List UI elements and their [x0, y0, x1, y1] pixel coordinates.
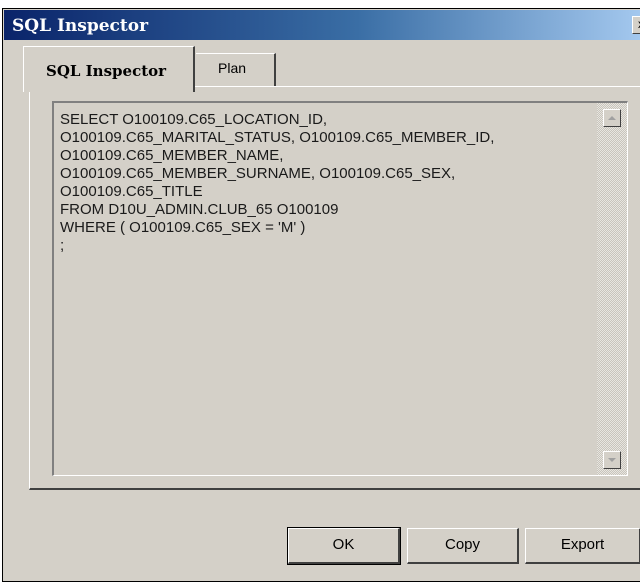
tab-label: Plan: [218, 60, 247, 76]
arrow-up-icon: [608, 116, 616, 120]
window-title: SQL Inspector: [12, 16, 149, 36]
tab-label: SQL Inspector: [46, 62, 167, 80]
sql-query-text[interactable]: SELECT O100109.C65_LOCATION_ID, O100109.…: [60, 111, 596, 255]
tab-sql-inspector[interactable]: SQL Inspector: [23, 46, 195, 92]
screenshot-frame: SQL Inspector x SQL Inspector Plan SELEC…: [0, 0, 640, 584]
scroll-down-button[interactable]: [603, 451, 621, 469]
tab-plan[interactable]: Plan: [196, 53, 276, 86]
arrow-down-icon: [608, 458, 616, 462]
copy-button[interactable]: Copy: [407, 528, 519, 564]
vertical-scrollbar[interactable]: [597, 103, 627, 475]
title-bar[interactable]: SQL Inspector x: [4, 10, 640, 40]
close-button[interactable]: x: [632, 16, 640, 34]
ok-button[interactable]: OK: [287, 527, 401, 565]
scroll-up-button[interactable]: [603, 109, 621, 127]
export-button[interactable]: Export: [525, 528, 640, 564]
sql-text-area[interactable]: SELECT O100109.C65_LOCATION_ID, O100109.…: [52, 101, 628, 476]
